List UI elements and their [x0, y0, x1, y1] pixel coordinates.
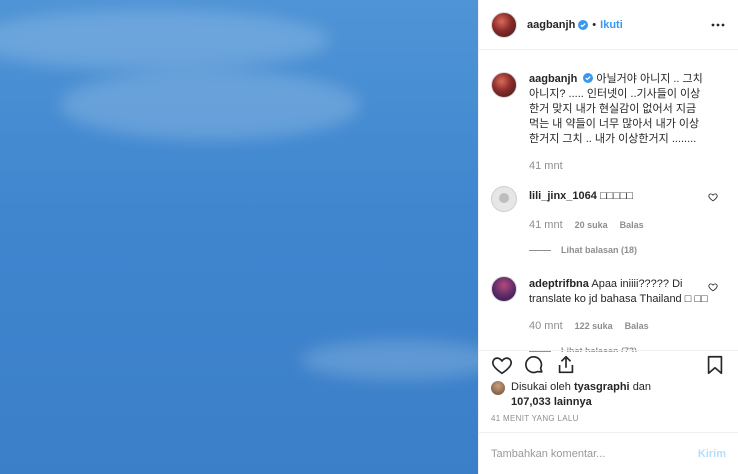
comment-username[interactable]: lili_jinx_1064 [529, 190, 597, 202]
cloud-shape [60, 70, 360, 140]
comment-time[interactable]: 40 mnt [529, 319, 563, 334]
comment-text: □□□□□ [599, 190, 634, 202]
like-comment-heart-icon[interactable] [708, 192, 718, 202]
comment-likes[interactable]: 20 suka [575, 218, 608, 233]
post-sidebar: aagbanjh • Ikuti aagbanjh 아닐거야 아니지 .. 그치… [478, 0, 738, 474]
post-image [0, 0, 478, 474]
comment-body: adeptrifbna Apaa iniiii????? Di translat… [529, 276, 709, 352]
post-actions-bar [479, 350, 738, 378]
verified-icon [583, 73, 594, 83]
like-heart-icon[interactable] [491, 354, 513, 376]
post-comment-button[interactable]: Kirim [698, 448, 726, 460]
commenter-avatar[interactable] [491, 186, 517, 212]
author-avatar[interactable] [491, 11, 517, 38]
comment-meta: 40 mnt 122 suka Balas [529, 319, 709, 334]
post-header: aagbanjh • Ikuti [479, 0, 738, 50]
comment-body: lili_jinx_1064 □□□□□ 41 mnt 20 suka Bala… [529, 186, 709, 258]
view-replies-button[interactable]: Lihat balasan (18) [529, 243, 709, 258]
likes-summary: Disukai oleh tyasgraphi dan 107,033 lain… [491, 380, 726, 410]
share-upload-icon[interactable] [555, 354, 577, 376]
follow-button[interactable]: Ikuti [600, 19, 623, 31]
likes-prefix: Disukai oleh [511, 381, 571, 393]
add-comment-bar: Kirim [479, 432, 738, 474]
comment-username[interactable]: adeptrifbna [529, 278, 589, 290]
comment-item: lili_jinx_1064 □□□□□ 41 mnt 20 suka Bala… [491, 186, 726, 258]
verified-icon [578, 19, 589, 30]
separator-dot: • [592, 18, 597, 31]
likes-middle: dan [632, 381, 652, 393]
like-comment-heart-icon[interactable] [708, 282, 718, 292]
comment-time[interactable]: 41 mnt [529, 159, 563, 174]
cloud-shape [0, 10, 330, 70]
caption-comment: aagbanjh 아닐거야 아니지 .. 그치 아니지? ..... 인터넷이 … [491, 72, 726, 174]
comment-username[interactable]: aagbanjh [529, 73, 577, 85]
author-username[interactable]: aagbanjh [527, 19, 575, 31]
author-avatar[interactable] [491, 72, 517, 98]
comment-time[interactable]: 41 mnt [529, 218, 563, 233]
comment-bubble-icon[interactable] [523, 354, 545, 376]
liker-avatar[interactable] [491, 381, 505, 395]
cloud-shape [300, 340, 478, 380]
view-replies-label: Lihat balasan (18) [561, 245, 638, 255]
comment-item: adeptrifbna Apaa iniiii????? Di translat… [491, 276, 726, 352]
reply-button[interactable]: Balas [625, 319, 649, 334]
post-timestamp[interactable]: 41 MENIT YANG LALU [491, 414, 579, 423]
comments-list: aagbanjh 아닐거야 아니지 .. 그치 아니지? ..... 인터넷이 … [479, 62, 738, 352]
more-options-icon[interactable] [710, 17, 726, 33]
comment-input[interactable] [491, 447, 698, 460]
comment-meta: 41 mnt 20 suka Balas [529, 218, 709, 233]
comment-likes[interactable]: 122 suka [575, 319, 613, 334]
comment-meta: 41 mnt [529, 159, 709, 174]
comment-body: aagbanjh 아닐거야 아니지 .. 그치 아니지? ..... 인터넷이 … [529, 72, 709, 174]
likes-count[interactable]: 107,033 lainnya [511, 396, 592, 408]
commenter-avatar[interactable] [491, 276, 517, 302]
liker-username[interactable]: tyasgraphi [574, 381, 630, 393]
bookmark-icon[interactable] [704, 354, 726, 376]
reply-button[interactable]: Balas [620, 218, 644, 233]
likes-text: Disukai oleh tyasgraphi dan 107,033 lain… [511, 380, 651, 410]
replies-divider [529, 250, 551, 251]
